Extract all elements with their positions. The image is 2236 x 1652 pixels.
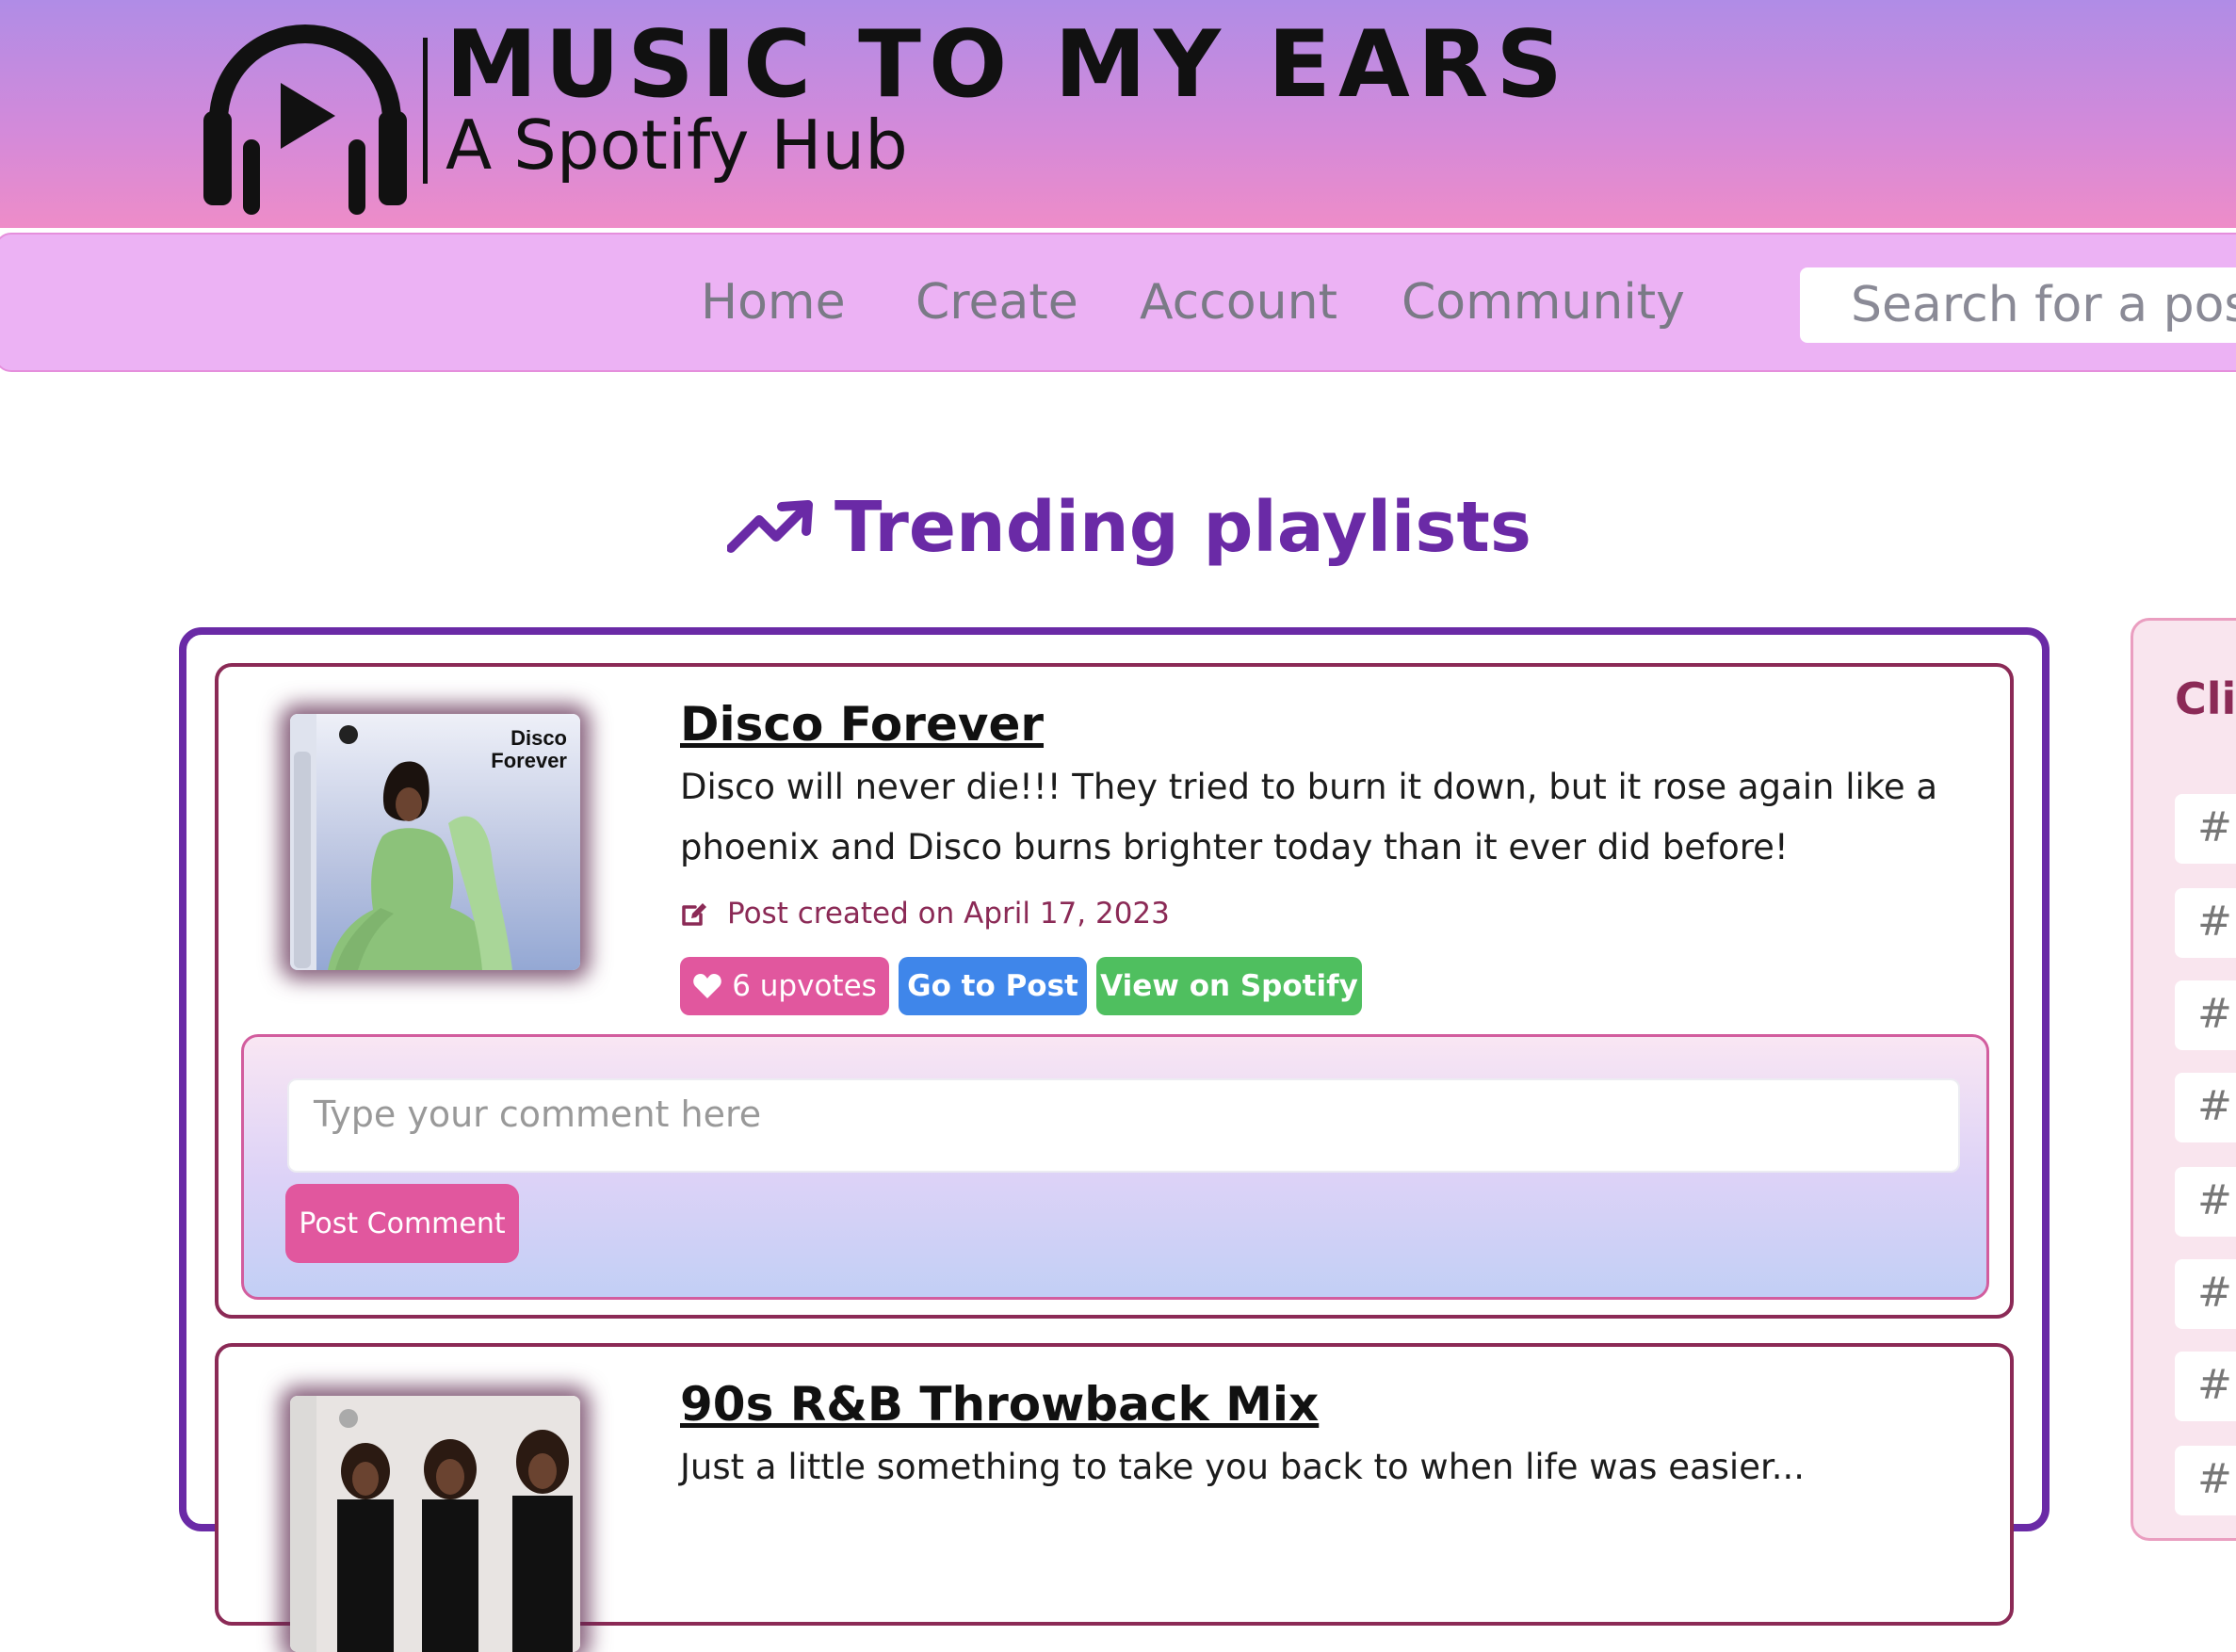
sidebar-heading: Clic — [2175, 673, 2236, 724]
tag-button[interactable]: # — [2175, 1446, 2236, 1515]
post-title-link[interactable]: 90s R&B Throwback Mix — [680, 1381, 1319, 1428]
edit-icon — [682, 903, 706, 926]
upvote-button[interactable]: 6 upvotes — [680, 957, 889, 1015]
post-card: 90s R&B Throwback Mix Just a little some… — [215, 1343, 2014, 1652]
nav-account[interactable]: Account — [1140, 278, 1337, 327]
view-on-spotify-button[interactable]: View on Spotify — [1096, 957, 1362, 1015]
site-header: MUSIC TO MY EARS A Spotify Hub — [0, 0, 2236, 228]
page-title: Trending playlists — [834, 487, 1531, 568]
tag-button[interactable]: # — [2175, 1073, 2236, 1142]
tag-button[interactable]: # — [2175, 980, 2236, 1050]
tag-button[interactable]: # — [2175, 794, 2236, 864]
comment-input[interactable]: Type your comment here — [287, 1078, 1960, 1173]
trending-heading: Trending playlists — [727, 480, 1531, 575]
tag-button[interactable]: # — [2175, 1167, 2236, 1237]
site-subtitle: A Spotify Hub — [446, 105, 908, 185]
comment-section: Type your comment here Post Comment — [241, 1034, 1989, 1300]
post-description: Just a little something to take you back… — [680, 1447, 1806, 1487]
site-title: MUSIC TO MY EARS — [446, 11, 1570, 119]
post-comment-button[interactable]: Post Comment — [285, 1184, 519, 1263]
cover-image — [290, 1396, 580, 1652]
trending-up-icon — [727, 500, 813, 553]
post-description: Disco will never die!!! They tried to bu… — [680, 767, 1938, 867]
tag-button[interactable]: # — [2175, 888, 2236, 958]
cover-title: Disco Forever — [491, 726, 567, 772]
playlist-cover[interactable] — [290, 1396, 580, 1652]
tag-button[interactable]: # — [2175, 1259, 2236, 1329]
go-to-post-button[interactable]: Go to Post — [899, 957, 1087, 1015]
headphones-play-icon — [203, 24, 407, 215]
post-card: Disco Forever Disco Forever Disco will n… — [215, 663, 2014, 1319]
logo-divider — [423, 38, 428, 184]
heart-icon — [693, 974, 721, 998]
nav-create[interactable]: Create — [915, 278, 1078, 327]
tag-button[interactable]: # — [2175, 1352, 2236, 1421]
upvote-count: 6 upvotes — [732, 969, 877, 1003]
tags-sidebar: Clic # # # # # # # # — [2131, 618, 2236, 1541]
trending-feed: Disco Forever Disco Forever Disco will n… — [179, 627, 2050, 1652]
playlist-cover[interactable]: Disco Forever — [290, 714, 580, 970]
nav-community[interactable]: Community — [1402, 278, 1685, 327]
post-title-link[interactable]: Disco Forever — [680, 701, 1044, 748]
nav-home[interactable]: Home — [701, 278, 846, 327]
search-input[interactable]: Search for a post... — [1800, 267, 2236, 343]
post-date-text: Post created on April 17, 2023 — [727, 897, 1170, 931]
post-date: Post created on April 17, 2023 — [680, 897, 1170, 931]
